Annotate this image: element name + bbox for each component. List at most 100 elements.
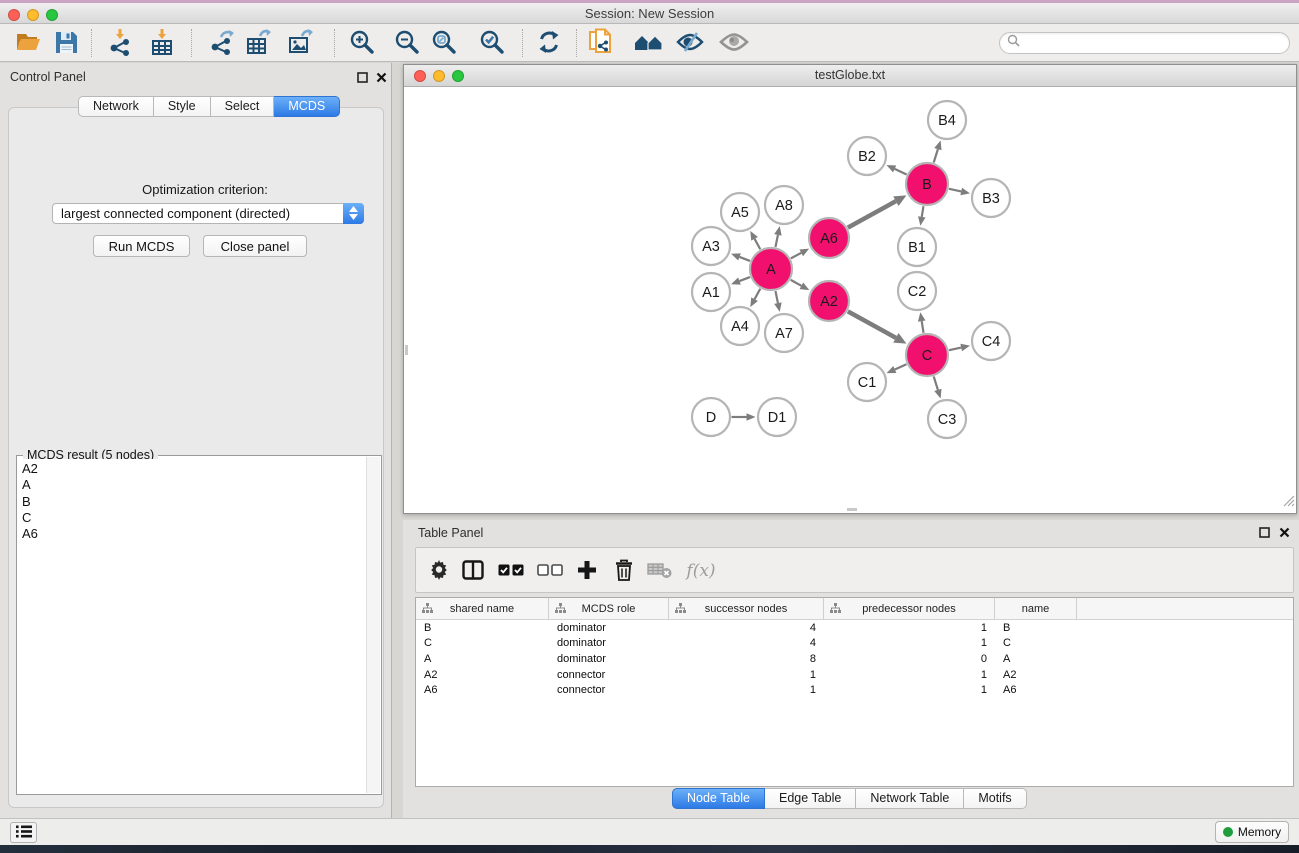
column-header-MCDS-role[interactable]: MCDS role	[549, 598, 669, 619]
table-header-row[interactable]: shared nameMCDS rolesuccessor nodesprede…	[416, 598, 1293, 620]
resize-grip-icon[interactable]	[1283, 494, 1295, 512]
tab-style[interactable]: Style	[154, 96, 211, 117]
export-network-button[interactable]	[206, 27, 238, 59]
optimization-select[interactable]: largest connected component (directed)	[52, 203, 364, 224]
zoom-in-button[interactable]	[346, 27, 378, 59]
delete-table-button[interactable]	[644, 555, 676, 587]
home-button[interactable]	[633, 27, 665, 59]
tab-select[interactable]: Select	[211, 96, 275, 117]
table-cell[interactable]: dominator	[549, 653, 669, 665]
show-graphics-details-button[interactable]	[718, 27, 750, 59]
zoom-fit-button[interactable]	[428, 27, 460, 59]
graph-edge[interactable]	[934, 376, 938, 389]
clone-network-button[interactable]	[585, 27, 617, 59]
table-cell[interactable]: connector	[549, 669, 669, 681]
mcds-result-item[interactable]: A	[22, 477, 367, 493]
column-header-successor-nodes[interactable]: successor nodes	[669, 598, 824, 619]
mcds-result-list[interactable]: A2ABCA6	[18, 459, 367, 793]
table-cell[interactable]: connector	[549, 684, 669, 696]
export-image-button[interactable]	[284, 27, 316, 59]
close-window-button[interactable]	[8, 9, 20, 21]
refresh-button[interactable]	[533, 27, 565, 59]
table-cell[interactable]: 8	[669, 653, 824, 665]
table-body[interactable]: Bdominator41BCdominator41CAdominator80AA…	[416, 620, 1293, 698]
table-cell[interactable]: dominator	[549, 622, 669, 634]
tab-network[interactable]: Network	[78, 96, 154, 117]
minimize-network-window-button[interactable]	[433, 70, 445, 82]
graph-edge[interactable]	[895, 169, 907, 175]
column-header-predecessor-nodes[interactable]: predecessor nodes	[824, 598, 995, 619]
table-cell[interactable]: A6	[995, 684, 1077, 696]
column-header-name[interactable]: name	[995, 598, 1077, 619]
zoom-out-button[interactable]	[391, 27, 423, 59]
float-table-panel-icon[interactable]	[1258, 526, 1271, 539]
import-table-button[interactable]	[146, 27, 178, 59]
run-mcds-button[interactable]: Run MCDS	[93, 235, 190, 257]
table-cell[interactable]: 1	[669, 684, 824, 696]
table-cell[interactable]: 1	[669, 669, 824, 681]
graph-edge[interactable]	[848, 201, 896, 227]
tab-motifs[interactable]: Motifs	[964, 788, 1026, 809]
graph-edge[interactable]	[934, 149, 938, 162]
graph-edge[interactable]	[848, 311, 896, 337]
zoom-selected-button[interactable]	[476, 27, 508, 59]
graph-edge[interactable]	[739, 257, 750, 261]
table-row[interactable]: Bdominator41B	[416, 620, 1293, 636]
table-cell[interactable]: A	[995, 653, 1077, 665]
network-graph-canvas[interactable]: AA1A2A3A4A5A6A7A8BB1B2B3B4CC1C2C3C4DD1	[404, 87, 1296, 513]
mcds-result-item[interactable]: B	[22, 494, 367, 510]
add-column-button[interactable]	[571, 555, 603, 587]
table-cell[interactable]: A6	[416, 684, 549, 696]
tab-network-table[interactable]: Network Table	[856, 788, 964, 809]
open-file-button[interactable]	[12, 27, 44, 59]
save-session-button[interactable]	[50, 27, 82, 59]
table-row[interactable]: Cdominator41C	[416, 636, 1293, 652]
function-builder-button[interactable]: f(x)	[681, 555, 721, 587]
table-row[interactable]: A6connector11A6	[416, 682, 1293, 698]
table-settings-button[interactable]	[423, 555, 455, 587]
table-cell[interactable]: A2	[995, 669, 1077, 681]
graph-edge[interactable]	[775, 291, 777, 303]
network-window-titlebar[interactable]: testGlobe.txt	[404, 65, 1296, 87]
tab-edge-table[interactable]: Edge Table	[765, 788, 856, 809]
graph-edge[interactable]	[922, 206, 924, 217]
zoom-window-button[interactable]	[46, 9, 58, 21]
export-table-button[interactable]	[242, 27, 274, 59]
graph-edge[interactable]	[791, 280, 802, 286]
graph-edge[interactable]	[739, 277, 750, 281]
table-cell[interactable]: 1	[824, 637, 995, 649]
table-row[interactable]: A2connector11A2	[416, 667, 1293, 683]
show-columns-button[interactable]	[457, 555, 489, 587]
memory-button[interactable]: Memory	[1215, 821, 1289, 843]
table-cell[interactable]: B	[995, 622, 1077, 634]
graph-edge[interactable]	[775, 235, 777, 247]
graph-edge[interactable]	[755, 289, 761, 299]
table-cell[interactable]: 1	[824, 622, 995, 634]
table-cell[interactable]: A2	[416, 669, 549, 681]
scrollbar-track[interactable]	[366, 457, 380, 793]
close-panel-icon[interactable]	[375, 71, 388, 84]
table-row[interactable]: Adominator80A	[416, 651, 1293, 667]
tab-mcds[interactable]: MCDS	[274, 96, 340, 117]
table-cell[interactable]: 0	[824, 653, 995, 665]
table-cell[interactable]: C	[416, 637, 549, 649]
column-header-shared-name[interactable]: shared name	[416, 598, 549, 619]
import-network-button[interactable]	[104, 27, 136, 59]
graph-edge[interactable]	[895, 364, 907, 369]
graph-edge[interactable]	[791, 253, 801, 259]
graph-edge[interactable]	[949, 189, 961, 192]
float-panel-icon[interactable]	[356, 71, 369, 84]
graph-edge[interactable]	[755, 239, 761, 249]
select-all-button[interactable]	[495, 555, 527, 587]
tab-node-table[interactable]: Node Table	[672, 788, 765, 809]
minimize-window-button[interactable]	[27, 9, 39, 21]
table-cell[interactable]: 1	[824, 684, 995, 696]
table-cell[interactable]: dominator	[549, 637, 669, 649]
table-cell[interactable]: 4	[669, 622, 824, 634]
delete-column-button[interactable]	[608, 555, 640, 587]
graph-edge[interactable]	[922, 321, 924, 333]
mcds-result-item[interactable]: C	[22, 510, 367, 526]
hide-graphics-details-button[interactable]	[674, 27, 706, 59]
search-input[interactable]	[999, 32, 1290, 54]
zoom-network-window-button[interactable]	[452, 70, 464, 82]
